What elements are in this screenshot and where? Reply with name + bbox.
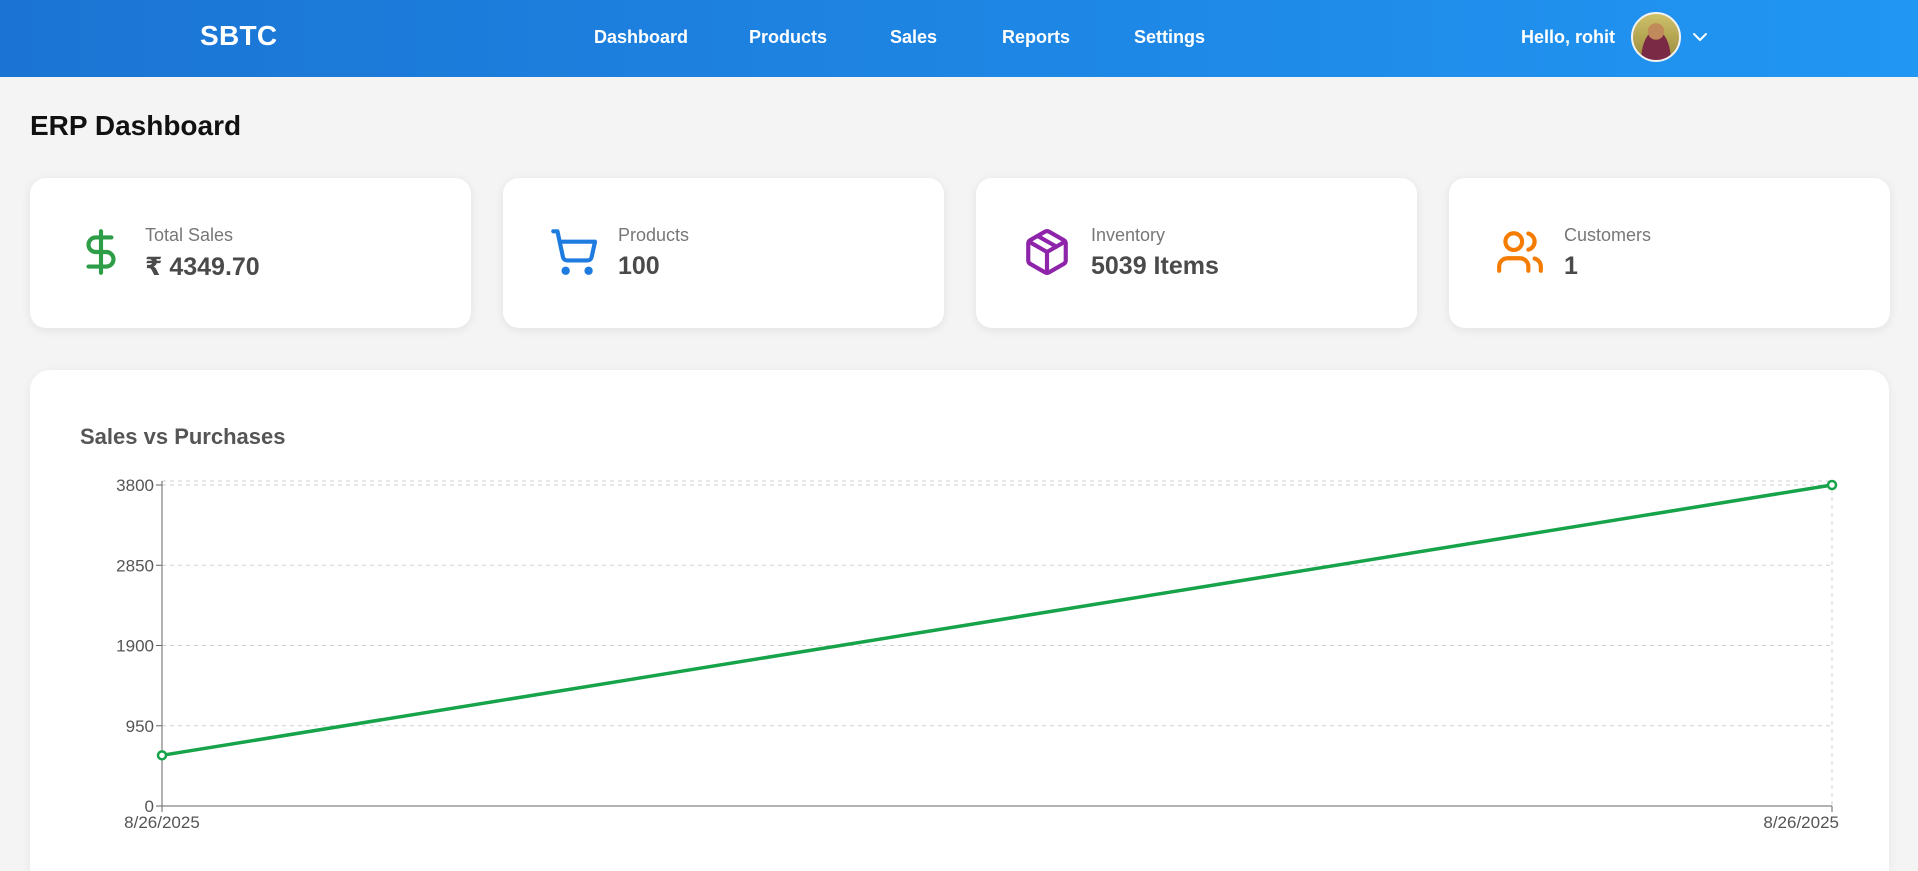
y-tick-label: 3800: [116, 476, 154, 495]
x-tick-label: 8/26/2025: [124, 813, 200, 832]
x-tick-label: 8/26/2025: [1763, 813, 1839, 832]
series-line: [161, 483, 1833, 758]
data-point: [156, 750, 168, 761]
data-point: [1826, 479, 1838, 491]
y-tick-label: 2850: [116, 556, 154, 575]
y-tick-label: 1900: [116, 637, 154, 656]
y-tick-label: 950: [126, 717, 154, 736]
sales-purchases-chart: 09501900285038008/26/2025 8/26/2025: [116, 476, 1839, 832]
